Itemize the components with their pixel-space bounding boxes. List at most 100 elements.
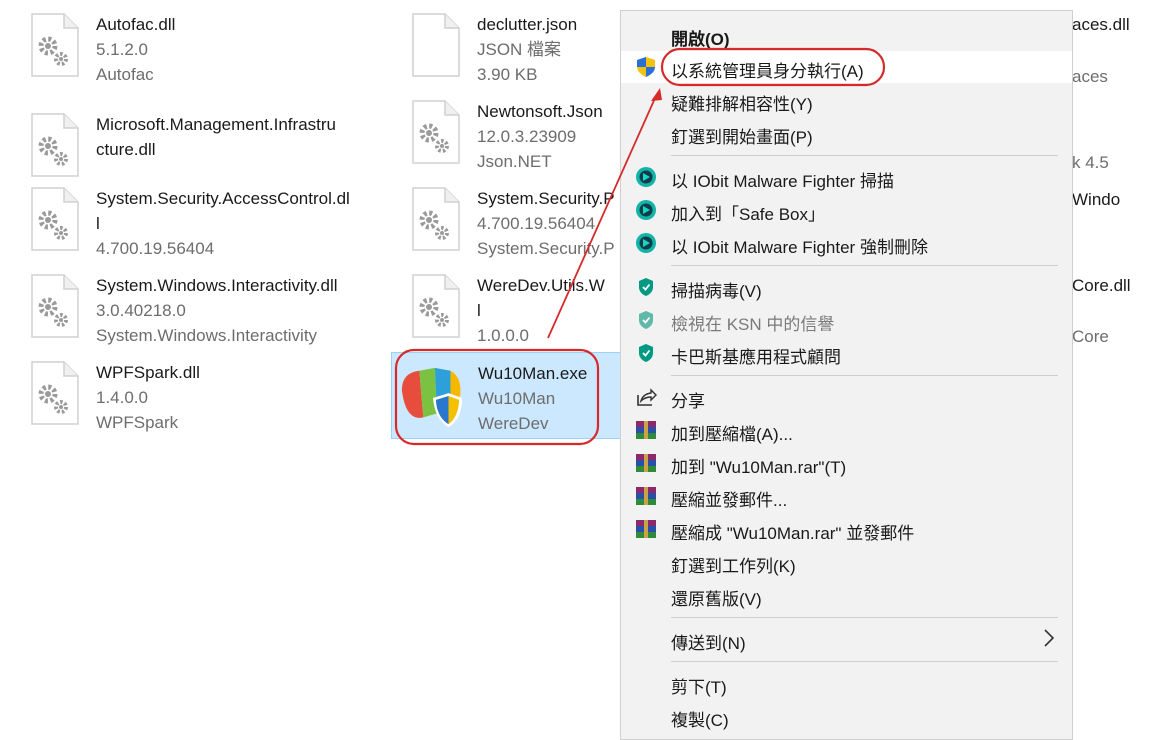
winrar-icon <box>636 520 656 538</box>
file-tile-autofac[interactable]: Autofac.dll 5.1.2.0 Autofac <box>28 12 378 87</box>
file-version: 4.700.19.56404 <box>96 239 215 258</box>
menu-item-pin-to-taskbar[interactable]: 釘選到工作列(K) <box>621 546 1072 578</box>
kaspersky-shield-icon <box>639 278 653 296</box>
menu-item-label: 分享 <box>671 392 705 411</box>
menu-item-label: 檢視在 KSN 中的信譽 <box>671 315 835 334</box>
file-name: System.Security.AccessControl.dl l <box>96 189 350 233</box>
dll-file-icon <box>409 186 463 252</box>
file-tile-system-windows-interactivity[interactable]: System.Windows.Interactivity.dll 3.0.402… <box>28 273 378 348</box>
file-type: JSON 檔案 <box>477 40 562 59</box>
dll-file-icon <box>28 12 82 78</box>
menu-item-add-to-rar[interactable]: 加到 "Wu10Man.rar"(T) <box>621 447 1072 479</box>
file-name: WPFSpark.dll <box>96 363 200 382</box>
file-name: WereDev.Utils.W l <box>477 276 605 320</box>
menu-item-label: 複製(C) <box>671 711 729 730</box>
menu-item-label: 卡巴斯基應用程式顧問 <box>671 348 841 367</box>
dll-file-icon <box>28 360 82 426</box>
share-icon <box>637 388 657 406</box>
chevron-right-icon <box>1044 629 1055 647</box>
menu-item-label: 釘選到工作列(K) <box>671 557 796 576</box>
file-name: System.Security.P <box>477 189 615 208</box>
menu-item-label: 加入到「Safe Box」 <box>671 205 825 224</box>
menu-separator <box>671 265 1058 266</box>
file-tile-newtonsoft-json[interactable]: Newtonsoft.Json 12.0.3.23909 Json.NET <box>409 99 619 174</box>
menu-separator <box>671 375 1058 376</box>
menu-item-label: 釘選到開始畫面(P) <box>671 128 813 147</box>
dll-file-icon <box>28 186 82 252</box>
json-file-icon <box>412 13 460 77</box>
file-tile-weredev-utils[interactable]: WereDev.Utils.W l 1.0.0.0 <box>409 273 619 348</box>
file-company: Autofac <box>96 65 154 84</box>
file-tile-wu10man-exe[interactable]: Wu10Man.exe Wu10Man WereDev <box>391 352 621 439</box>
menu-item-iobit-scan[interactable]: 以 IObit Malware Fighter 掃描 <box>621 161 1072 193</box>
menu-item-label: 以 IObit Malware Fighter 強制刪除 <box>671 238 928 257</box>
file-company: WereDev <box>478 414 549 433</box>
menu-item-add-to-safe-box[interactable]: 加入到「Safe Box」 <box>621 194 1072 226</box>
menu-item-label: 壓縮並發郵件... <box>671 491 788 510</box>
menu-item-label: 掃描病毒(V) <box>671 282 762 301</box>
file-version: 3.0.40218.0 <box>96 301 186 320</box>
file-name: Newtonsoft.Json <box>477 102 603 121</box>
menu-item-ksn-reputation[interactable]: 檢視在 KSN 中的信譽 <box>621 304 1072 336</box>
menu-item-troubleshoot-compatibility[interactable]: 疑難排解相容性(Y) <box>621 84 1072 116</box>
wu10man-app-icon <box>401 367 463 428</box>
file-name: Autofac.dll <box>96 15 176 34</box>
uac-shield-icon <box>637 57 655 77</box>
menu-item-compress-and-email[interactable]: 壓縮並發郵件... <box>621 480 1072 512</box>
menu-item-send-to[interactable]: 傳送到(N) <box>621 623 1072 655</box>
menu-item-label: 開啟(O) <box>671 30 730 49</box>
file-tile-wpfspark[interactable]: WPFSpark.dll 1.4.0.0 WPFSpark <box>28 360 378 435</box>
dll-file-icon <box>28 112 82 178</box>
file-tile-system-security-p[interactable]: System.Security.P 4.700.19.56404 System.… <box>409 186 619 261</box>
file-name: declutter.json <box>477 15 578 34</box>
menu-item-restore-previous-versions[interactable]: 還原舊版(V) <box>621 579 1072 611</box>
menu-item-label: 加到 "Wu10Man.rar"(T) <box>671 458 847 477</box>
partial-right-text-5: Core.dll <box>1072 276 1131 295</box>
menu-item-iobit-force-delete[interactable]: 以 IObit Malware Fighter 強制刪除 <box>621 227 1072 259</box>
iobit-shield-icon <box>636 233 656 253</box>
menu-item-copy[interactable]: 複製(C) <box>621 700 1072 732</box>
file-version: 5.1.2.0 <box>96 40 148 59</box>
partial-right-text-4: Windo <box>1072 190 1121 209</box>
kaspersky-shield-icon <box>639 311 653 329</box>
menu-item-pin-to-start[interactable]: 釘選到開始畫面(P) <box>621 117 1072 149</box>
file-tile-system-security-accesscontrol[interactable]: System.Security.AccessControl.dl l 4.700… <box>28 186 378 261</box>
menu-item-open[interactable]: 開啟(O) <box>621 19 1072 51</box>
file-version: 1.0.0.0 <box>477 326 529 345</box>
menu-item-compress-to-rar-and-email[interactable]: 壓縮成 "Wu10Man.rar" 並發郵件 <box>621 513 1072 545</box>
file-company: System.Security.P <box>477 239 615 258</box>
menu-item-label: 傳送到(N) <box>671 634 746 653</box>
menu-item-kaspersky-advisor[interactable]: 卡巴斯基應用程式顧問 <box>621 337 1072 369</box>
dll-file-icon <box>409 99 463 165</box>
partial-right-text-1: aces.dll <box>1072 15 1130 34</box>
file-tile-declutter-json[interactable]: declutter.json JSON 檔案 3.90 KB <box>409 12 619 87</box>
file-name: Microsoft.Management.Infrastru cture.dll <box>96 115 336 159</box>
menu-separator <box>671 661 1058 662</box>
menu-item-label: 疑難排解相容性(Y) <box>671 95 813 114</box>
menu-item-add-to-archive[interactable]: 加到壓縮檔(A)... <box>621 414 1072 446</box>
context-menu: 開啟(O) 以系統管理員身分執行(A) 疑難排解相容性(Y) 釘選到開始畫面(P… <box>620 10 1073 740</box>
file-company: WPFSpark <box>96 413 179 432</box>
file-version: 12.0.3.23909 <box>477 127 577 146</box>
file-description: Wu10Man <box>478 389 556 408</box>
file-tile-microsoft-management[interactable]: Microsoft.Management.Infrastru cture.dll <box>28 112 378 172</box>
menu-item-label: 剪下(T) <box>671 678 727 697</box>
file-name: Wu10Man.exe <box>478 364 588 383</box>
file-version: 4.700.19.56404 <box>477 214 596 233</box>
file-name: System.Windows.Interactivity.dll <box>96 276 338 295</box>
partial-right-text-6: Core <box>1072 327 1109 346</box>
file-size: 3.90 KB <box>477 65 538 84</box>
menu-separator <box>671 155 1058 156</box>
menu-item-share[interactable]: 分享 <box>621 381 1072 413</box>
menu-item-run-as-admin[interactable]: 以系統管理員身分執行(A) <box>621 51 1072 83</box>
menu-item-label: 壓縮成 "Wu10Man.rar" 並發郵件 <box>671 524 915 543</box>
menu-item-label: 以 IObit Malware Fighter 掃描 <box>671 172 894 191</box>
menu-item-scan-virus[interactable]: 掃描病毒(V) <box>621 271 1072 303</box>
winrar-icon <box>636 421 656 439</box>
winrar-icon <box>636 487 656 505</box>
dll-file-icon <box>409 273 463 339</box>
menu-item-label: 以系統管理員身分執行(A) <box>671 62 864 81</box>
file-company: System.Windows.Interactivity <box>96 326 318 345</box>
file-company: Json.NET <box>477 152 552 171</box>
menu-item-cut[interactable]: 剪下(T) <box>621 667 1072 699</box>
